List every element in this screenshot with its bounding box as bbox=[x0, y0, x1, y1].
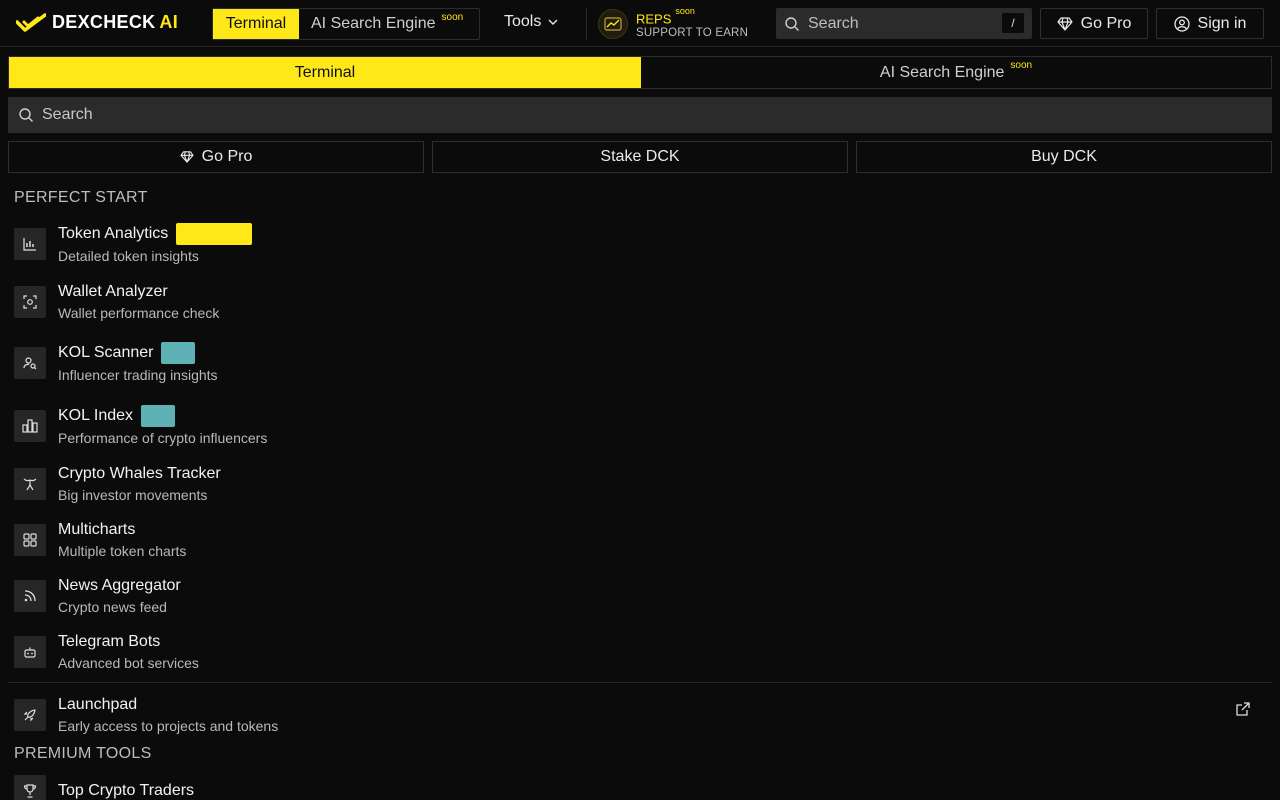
rocket-icon bbox=[14, 699, 46, 731]
item-title: Wallet Analyzer bbox=[58, 283, 168, 300]
search-icon bbox=[785, 16, 799, 31]
item-title: Launchpad bbox=[58, 696, 138, 713]
go-pro-action-button[interactable]: Go Pro bbox=[8, 141, 424, 173]
reps-link[interactable]: REPSsoon SUPPORT TO EARN bbox=[598, 6, 749, 40]
section-title-perfect-start: PERFECT START bbox=[14, 189, 148, 206]
section-title-premium-tools: PREMIUM TOOLS bbox=[14, 745, 152, 762]
sign-in-label: Sign in bbox=[1197, 14, 1247, 32]
tools-label: Tools bbox=[504, 13, 542, 30]
item-description: Multiple token charts bbox=[58, 543, 187, 559]
item-description: Performance of crypto influencers bbox=[58, 430, 268, 446]
main-mode-switch: Terminal AI Search Engine soon bbox=[8, 56, 1272, 89]
menu-item-kol-scanner[interactable]: KOL Scanner Influencer trading insights bbox=[14, 342, 1264, 384]
reps-title: REPSsoon bbox=[636, 6, 695, 27]
item-title: Top Crypto Traders bbox=[58, 782, 195, 799]
menu-item-telegram-bots[interactable]: Telegram Bots Advanced bot services bbox=[14, 632, 1264, 672]
bot-icon bbox=[14, 636, 46, 668]
reps-soon-badge: soon bbox=[675, 6, 695, 16]
dexcheck-logo[interactable]: DEXCHECK AI bbox=[16, 12, 178, 33]
menu-item-kol-index[interactable]: KOL Index Performance of crypto influenc… bbox=[14, 405, 1264, 447]
rss-icon bbox=[14, 580, 46, 612]
diamond-icon bbox=[1057, 16, 1073, 31]
header-search-input[interactable] bbox=[808, 14, 988, 33]
item-description: Big investor movements bbox=[58, 487, 208, 503]
top-navbar: DEXCHECK AI Terminal AI Search Engine soo… bbox=[0, 0, 1280, 47]
header-search[interactable]: / bbox=[776, 8, 1032, 39]
feature-badge bbox=[141, 405, 176, 427]
item-title: Multicharts bbox=[58, 521, 136, 538]
feature-badge bbox=[176, 223, 253, 245]
go-pro-label: Go Pro bbox=[1080, 14, 1132, 32]
menu-item-news-aggregator[interactable]: News Aggregator Crypto news feed bbox=[14, 576, 1264, 616]
item-title: KOL Scanner bbox=[58, 344, 154, 361]
main-search[interactable] bbox=[8, 97, 1272, 133]
divider bbox=[8, 682, 1272, 683]
whale-tail-icon bbox=[14, 468, 46, 500]
reps-subtitle: SUPPORT TO EARN bbox=[636, 27, 749, 40]
chevron-down-icon bbox=[548, 19, 558, 25]
item-title: News Aggregator bbox=[58, 577, 181, 594]
main-search-input[interactable] bbox=[42, 106, 642, 124]
tab-ai-search-engine[interactable]: AI Search Engine soon bbox=[299, 9, 479, 39]
divider bbox=[586, 8, 587, 40]
item-title: Token Analytics bbox=[58, 225, 169, 242]
soon-badge: soon bbox=[441, 11, 464, 23]
logo-text: DEXCHECK AI bbox=[52, 12, 179, 32]
bar-chart-icon bbox=[14, 410, 46, 442]
go-pro-button[interactable]: Go Pro bbox=[1040, 8, 1148, 39]
go-pro-action-label: Go Pro bbox=[201, 148, 253, 165]
menu-item-token-analytics[interactable]: Token Analytics Detailed token insights bbox=[14, 223, 1264, 265]
sign-in-button[interactable]: Sign in bbox=[1156, 8, 1264, 39]
item-description: Early access to projects and tokens bbox=[58, 718, 279, 734]
item-description: Detailed token insights bbox=[58, 248, 199, 264]
chart-icon bbox=[14, 228, 46, 260]
search-icon bbox=[19, 108, 33, 122]
tools-menu[interactable]: Tools bbox=[504, 13, 559, 31]
logo-mark-icon bbox=[16, 12, 46, 32]
external-link-icon[interactable] bbox=[1236, 702, 1250, 716]
user-circle-icon bbox=[1173, 15, 1190, 32]
item-description: Influencer trading insights bbox=[58, 367, 218, 383]
scan-icon bbox=[14, 286, 46, 318]
mode-switch: Terminal AI Search Engine soon bbox=[212, 8, 480, 40]
item-title: Crypto Whales Tracker bbox=[58, 465, 221, 482]
main-soon-badge: soon bbox=[1010, 60, 1033, 71]
feature-badge bbox=[161, 342, 196, 364]
tab-ai-search-label: AI Search Engine bbox=[311, 15, 436, 32]
reps-chart-icon bbox=[598, 9, 628, 40]
menu-item-launchpad[interactable]: Launchpad Early access to projects and t… bbox=[14, 695, 1264, 735]
item-description: Crypto news feed bbox=[58, 599, 167, 615]
diamond-icon bbox=[180, 151, 194, 163]
menu-item-crypto-whales-tracker[interactable]: Crypto Whales Tracker Big investor movem… bbox=[14, 464, 1264, 504]
search-shortcut-key: / bbox=[1002, 13, 1024, 33]
main-tab-ai-search-engine[interactable]: AI Search Engine soon bbox=[641, 57, 1271, 88]
main-tab-ai-search-label: AI Search Engine bbox=[879, 63, 1005, 81]
tab-terminal[interactable]: Terminal bbox=[213, 9, 299, 39]
item-description: Advanced bot services bbox=[58, 655, 199, 671]
item-title: Telegram Bots bbox=[58, 633, 161, 650]
menu-item-multicharts[interactable]: Multicharts Multiple token charts bbox=[14, 520, 1264, 560]
menu-item-top-crypto-traders[interactable]: Top Crypto Traders bbox=[14, 775, 1264, 800]
menu-item-wallet-analyzer[interactable]: Wallet Analyzer Wallet performance check bbox=[14, 282, 1264, 322]
trophy-icon bbox=[14, 775, 46, 800]
item-description: Wallet performance check bbox=[58, 305, 220, 321]
grid-icon bbox=[14, 524, 46, 556]
stake-dck-button[interactable]: Stake DCK bbox=[432, 141, 848, 173]
main-tab-terminal[interactable]: Terminal bbox=[9, 57, 641, 88]
buy-dck-button[interactable]: Buy DCK bbox=[856, 141, 1272, 173]
action-row: Go Pro Stake DCK Buy DCK bbox=[8, 141, 1272, 173]
item-title: KOL Index bbox=[58, 407, 134, 424]
user-search-icon bbox=[14, 347, 46, 379]
